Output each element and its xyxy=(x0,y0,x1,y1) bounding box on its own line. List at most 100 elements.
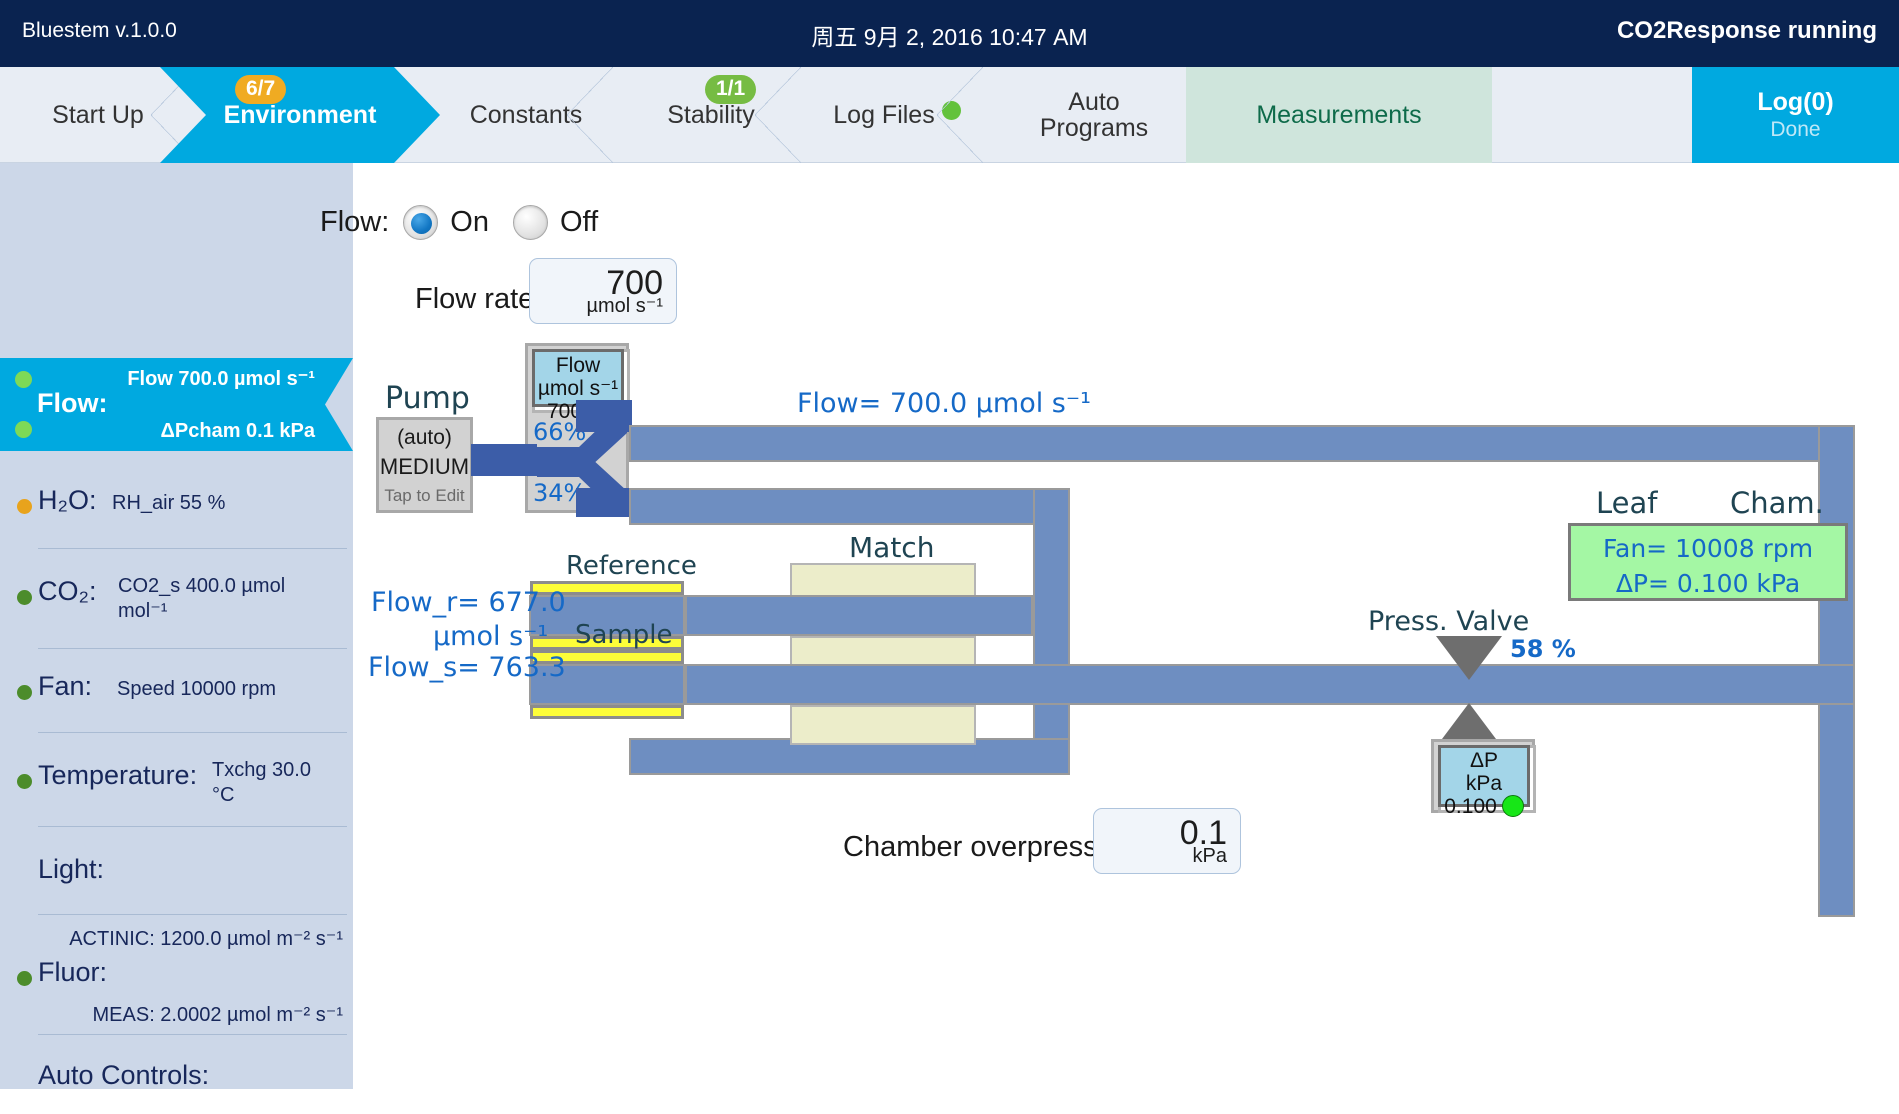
flow-rate-input[interactable]: 700 µmol s⁻¹ xyxy=(529,258,677,324)
sidebar-item-flow[interactable]: Flow 700.0 µmol s⁻¹ Flow: ΔPcham 0.1 kPa xyxy=(0,358,353,451)
title-bar: Bluestem v.1.0.0 周五 9月 2, 2016 10:47 AM … xyxy=(0,0,1899,67)
top-supply-pipe xyxy=(629,425,1855,462)
flow-selected-notch xyxy=(325,358,353,451)
tab-auto-programs-label: Auto xyxy=(1068,87,1120,116)
valve-triangle-up-icon[interactable] xyxy=(1439,703,1499,743)
tab-log-sub: Done xyxy=(1770,118,1821,142)
pressure-valve-label: Press. Valve xyxy=(1368,606,1530,637)
pump-button[interactable]: (auto) MEDIUM Tap to Edit xyxy=(376,417,473,513)
tab-log-files[interactable]: Log Files xyxy=(812,67,983,163)
dp-lcd[interactable]: ΔP kPa 0.100 xyxy=(1438,745,1530,818)
dp-lcd-line2: kPa xyxy=(1465,771,1503,795)
flow-status-dot-bottom xyxy=(15,421,32,438)
flow-top-value: Flow 700.0 µmol s⁻¹ xyxy=(127,368,315,390)
log-files-status-dot xyxy=(941,100,961,120)
sidebar-item-light-label: Light: xyxy=(38,854,105,884)
sidebar-item-light[interactable]: Light: xyxy=(0,826,353,914)
tab-measurements-label: Measurements xyxy=(1256,100,1422,129)
flow-on-radio[interactable] xyxy=(403,205,439,240)
flow-status-dot-top xyxy=(15,371,32,388)
leaf-label: Leaf xyxy=(1596,486,1658,520)
split-lower-arm xyxy=(576,488,632,517)
run-status: CO2Response running xyxy=(1616,17,1877,44)
flow-bottom-value: ΔPcham 0.1 kPa xyxy=(160,420,315,442)
datetime-label: 周五 9月 2, 2016 10:47 AM xyxy=(811,24,1088,50)
main-panel: Flow: On Off Flow rate: 700 µmol s⁻¹ Pum… xyxy=(320,163,1899,1089)
sidebar-item-auto-controls[interactable]: Auto Controls: xyxy=(0,1034,353,1114)
pump-hint: Tap to Edit xyxy=(384,486,465,505)
fan-status-dot xyxy=(17,685,32,700)
sidebar-item-h2o-label: H₂O: xyxy=(38,485,97,515)
tab-environment-label: Environment xyxy=(223,100,377,129)
cham-label: Cham. xyxy=(1730,486,1824,520)
tab-auto-programs-label2: Programs xyxy=(1039,114,1149,142)
sidebar-item-fluor-label: Fluor: xyxy=(38,957,108,987)
pump-speed: MEDIUM xyxy=(379,454,470,479)
tab-environment-badge: 6/7 xyxy=(235,75,287,104)
tab-log[interactable]: Log(0) Done xyxy=(1692,67,1899,163)
tab-environment[interactable]: Environment xyxy=(160,67,440,163)
flow-rate-unit: µmol s⁻¹ xyxy=(586,295,663,317)
co2-status-dot xyxy=(17,590,32,605)
fluor-actinic-value: ACTINIC: 1200.0 µmol m⁻² s⁻¹ xyxy=(69,928,343,950)
pump-mode: (auto) xyxy=(397,426,452,449)
flow-toggle-label: Flow: xyxy=(320,206,390,238)
sidebar-item-fan[interactable]: Fan: Speed 10000 rpm xyxy=(0,648,353,732)
tab-constants[interactable]: Constants xyxy=(440,67,613,163)
lower-split-pipe xyxy=(629,488,1070,525)
dp-lcd-led xyxy=(1501,795,1524,818)
sidebar-item-fan-label: Fan: xyxy=(38,671,93,701)
sidebar: Flow 700.0 µmol s⁻¹ Flow: ΔPcham 0.1 kPa… xyxy=(0,163,353,1090)
match-label: Match xyxy=(849,531,935,564)
sidebar-item-co2[interactable]: CO₂: CO2_s 400.0 µmol mol⁻¹ xyxy=(0,548,353,648)
flow-s-label: Flow_s= 763.3 xyxy=(368,652,566,683)
tab-stability-badge: 1/1 xyxy=(705,75,757,104)
divider xyxy=(38,732,347,733)
leaf-chamber-panel[interactable]: Fan= 10008 rpm ΔP= 0.100 kPa xyxy=(1568,523,1848,601)
divider xyxy=(38,826,347,827)
pump-title: Pump xyxy=(385,381,470,416)
flow-toggle-group: Flow: On Off xyxy=(320,205,598,240)
divider xyxy=(38,1034,347,1035)
dp-lcd-line1: ΔP xyxy=(1469,749,1499,772)
sidebar-item-co2-label: CO₂: xyxy=(38,576,97,606)
temperature-status-dot xyxy=(17,774,32,789)
fluor-meas-value: MEAS: 2.0002 µmol m⁻² s⁻¹ xyxy=(92,1004,343,1026)
sidebar-item-temperature-label: Temperature: xyxy=(38,760,198,790)
divider xyxy=(38,548,347,549)
sidebar-item-h2o[interactable]: H₂O: RH_air 55 % xyxy=(0,463,353,547)
chamber-overpressure-input[interactable]: 0.1 kPa xyxy=(1093,808,1241,874)
tab-measurements[interactable]: Measurements xyxy=(1186,67,1492,163)
tab-log-label: Log(0) xyxy=(1757,87,1834,116)
h2o-status-dot xyxy=(17,499,32,514)
leaf-dp-value: ΔP= 0.100 kPa xyxy=(1615,569,1801,598)
valve-triangle-down-icon[interactable] xyxy=(1436,636,1502,680)
sidebar-item-auto-controls-label: Auto Controls: xyxy=(38,1060,210,1090)
sidebar-item-fluor[interactable]: ACTINIC: 1200.0 µmol m⁻² s⁻¹ Fluor: MEAS… xyxy=(0,914,353,1034)
sidebar-item-fan-value: Speed 10000 rpm xyxy=(117,678,277,700)
divider xyxy=(38,914,347,915)
tab-stability-label: Stability xyxy=(667,100,755,129)
leaf-fan-value: Fan= 10008 rpm xyxy=(1602,534,1814,563)
tab-log-files-label: Log Files xyxy=(833,100,935,129)
flow-unit-label: µmol s⁻¹ xyxy=(433,621,549,652)
fluor-status-dot xyxy=(17,971,32,986)
tab-start-up[interactable]: Start Up xyxy=(0,67,197,163)
split-upper-arm xyxy=(576,400,632,432)
flow-off-radio[interactable] xyxy=(512,205,548,240)
chamber-overpressure-unit: kPa xyxy=(1192,845,1227,867)
tab-start-up-label: Start Up xyxy=(52,100,144,129)
flow-r-label: Flow_r= 677.0 xyxy=(371,587,566,618)
flow-on-label: On xyxy=(450,206,489,238)
sidebar-item-temperature[interactable]: Temperature: Txchg 30.0 °C xyxy=(0,732,353,826)
tab-auto-programs[interactable]: Auto Programs xyxy=(990,67,1198,163)
flow-rate-label: Flow rate: xyxy=(415,283,543,315)
reference-to-match-pipe xyxy=(685,595,1033,636)
dp-lcd-value: 0.100 xyxy=(1444,795,1497,819)
divider xyxy=(38,648,347,649)
flow-title: Flow: xyxy=(37,388,108,418)
sample-bottom-window xyxy=(530,705,684,719)
lower-split-vertical-pipe xyxy=(1033,488,1070,775)
tab-bar: Start Up Environment 6/7 Constants Stabi… xyxy=(0,67,1899,163)
tab-constants-label: Constants xyxy=(469,100,583,129)
